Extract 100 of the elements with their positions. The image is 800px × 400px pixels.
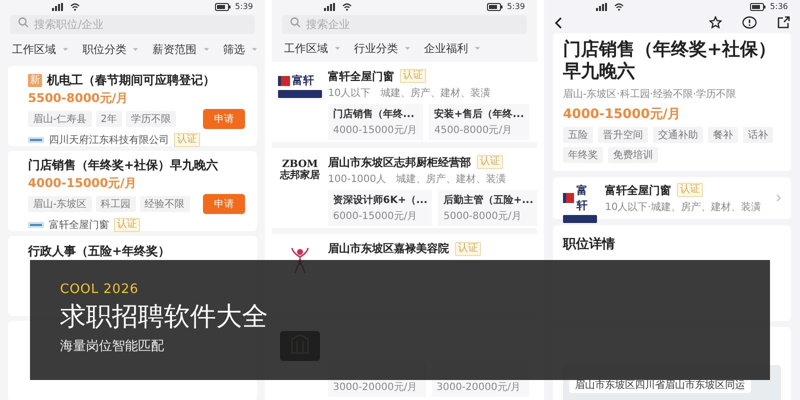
filter-dropdown[interactable]: 工作区域 bbox=[12, 42, 68, 57]
back-icon[interactable] bbox=[554, 16, 562, 28]
company-name: 四川天府江东科技有限公司 bbox=[49, 134, 169, 147]
company-name: 眉山市东坡区志邦厨柜经营部 bbox=[328, 154, 471, 170]
caret-icon bbox=[204, 48, 209, 51]
benefit-tag: 晋升空间 bbox=[598, 127, 648, 143]
caret-icon bbox=[252, 48, 257, 51]
battery-icon bbox=[750, 2, 766, 10]
wifi-icon bbox=[614, 2, 624, 10]
caret-icon bbox=[335, 47, 340, 50]
caret-icon bbox=[63, 48, 68, 51]
banner-subtitle: 海量岗位智能匹配 bbox=[60, 338, 164, 355]
job-tag: 科工园 bbox=[96, 196, 136, 212]
caret-icon bbox=[405, 47, 410, 50]
job-meta: 眉山-东坡区·科工园·经验不限·学历不限 bbox=[563, 88, 738, 101]
position-card[interactable]: 后勤主管（五险+... 5000-8000元/月 bbox=[438, 190, 537, 226]
verified-badge: 认证 bbox=[114, 218, 140, 232]
benefit-tag: 餐补 bbox=[708, 127, 738, 143]
verified-badge: 认证 bbox=[455, 242, 481, 256]
company-name: 富轩全屋门窗 bbox=[328, 68, 394, 84]
verified-badge: 认证 bbox=[400, 69, 426, 83]
share-icon[interactable] bbox=[777, 16, 790, 29]
wifi-icon bbox=[70, 2, 80, 10]
job-tag: 经验不限 bbox=[140, 196, 190, 212]
section-heading: 职位详情 bbox=[563, 236, 616, 253]
filter-dropdown[interactable]: 薪资范围 bbox=[152, 42, 209, 57]
salary: 5500-8000元/月 bbox=[28, 90, 130, 107]
job-title: 门店销售（年终奖+社保）早九晚六 bbox=[563, 39, 778, 83]
position-title: 安装+售后（年终... bbox=[434, 107, 524, 121]
position-card[interactable]: 门店销售（年终... 4000-15000元/月 bbox=[328, 104, 424, 140]
company-name: 富轩全屋门窗 bbox=[49, 218, 109, 232]
battery-icon bbox=[487, 2, 504, 10]
position-salary: 6000-15000元/月 bbox=[333, 210, 418, 223]
job-tag: 眉山-仁寿县 bbox=[28, 111, 92, 127]
search-icon bbox=[18, 17, 29, 28]
job-tag: 眉山-东坡区 bbox=[28, 196, 92, 212]
benefit-tag: 五险 bbox=[563, 127, 593, 143]
filter-dropdown[interactable]: 筛选 bbox=[222, 42, 257, 57]
company-size: 100-1000人 bbox=[328, 173, 386, 185]
filter-dropdown[interactable]: 企业福利 bbox=[424, 41, 480, 56]
caret-icon bbox=[475, 47, 480, 50]
verified-badge: 认证 bbox=[477, 155, 503, 169]
banner-title: 求职招聘软件大全 bbox=[60, 301, 268, 333]
company-card[interactable]: ZBOM 志邦家居 眉山市东坡区志邦厨柜经营部 认证 100-1000人 城建、房产、建材、装潢 资深设计师6K+（... 6000-15000元/月 后勤主管（五险+... 5000-8000元/月 bbox=[272, 148, 537, 228]
search-field[interactable]: 搜索企业 bbox=[282, 15, 527, 34]
company-logo: 富轩 bbox=[278, 73, 322, 98]
salary: 4000-15000元/月 bbox=[563, 106, 682, 123]
verified-badge: 认证 bbox=[677, 183, 703, 197]
wifi-icon bbox=[342, 2, 352, 10]
benefit-tag: 话补 bbox=[743, 127, 773, 143]
new-badge: 新 bbox=[28, 74, 42, 87]
signal-icon bbox=[596, 2, 610, 10]
job-title: 机电工（春节期间可应聘登记） bbox=[47, 72, 215, 89]
signal-icon bbox=[52, 2, 66, 10]
star-icon[interactable] bbox=[709, 16, 722, 29]
banner-kicker: COOL 2026 bbox=[60, 282, 139, 297]
position-salary: 4500-8000元/月 bbox=[434, 124, 514, 137]
status-time: 5:39 bbox=[507, 2, 525, 11]
company-logo: ZBOM 志邦家居 bbox=[280, 159, 320, 181]
battery-icon bbox=[215, 2, 232, 10]
position-title: 资深设计师6K+（... bbox=[333, 194, 428, 207]
company-name: 富轩全屋门窗 bbox=[605, 182, 671, 198]
company-name: 眉山市东坡区嘉禄美容院 bbox=[328, 241, 449, 256]
position-card[interactable]: 安装+售后（年终... 4500-8000元/月 bbox=[429, 104, 529, 140]
benefit-tag: 年终奖 bbox=[563, 147, 603, 163]
company-industry: 城建、房产、建材、装潢 bbox=[396, 172, 506, 185]
company-logo-icon bbox=[28, 220, 44, 230]
company-card[interactable]: 富轩 富轩全屋门窗 认证 10人以下 城建、房产、建材、装潢 门店销售（年终... 4000-15000元/月 安装+售后（年终... 4500-8000元/月 bbox=[272, 62, 537, 142]
job-tag: 2年 bbox=[96, 111, 122, 127]
position-salary: 3000-20000元/月 bbox=[436, 381, 522, 394]
search-field[interactable]: 搜索职位/企业 bbox=[10, 15, 255, 34]
position-salary: 3000-20000元/月 bbox=[333, 381, 418, 394]
signal-icon bbox=[324, 2, 338, 10]
company-info: 10人以下·城建、房产、建材、装潢 bbox=[605, 200, 762, 214]
filter-dropdown[interactable]: 行业分类 bbox=[354, 41, 410, 56]
company-size: 10人以下 bbox=[328, 86, 371, 99]
alert-icon[interactable] bbox=[742, 16, 757, 29]
salary: 4000-15000元/月 bbox=[28, 175, 138, 192]
filter-dropdown[interactable]: 职位分类 bbox=[82, 42, 138, 57]
position-salary: 5000-8000元/月 bbox=[443, 210, 522, 223]
position-title: 后勤主管（五险+... bbox=[443, 193, 534, 207]
benefit-tag: 交通补助 bbox=[653, 127, 703, 143]
verified-badge: 认证 bbox=[174, 133, 200, 147]
status-time: 5:36 bbox=[770, 2, 788, 11]
chevron-icon bbox=[776, 194, 781, 202]
benefit-tag: 免费培训 bbox=[608, 147, 658, 163]
position-card[interactable]: 资深设计师6K+（... 6000-15000元/月 bbox=[328, 190, 432, 226]
search-icon bbox=[290, 17, 301, 28]
job-card[interactable]: 新 机电工（春节期间可应聘登记） 5500-8000元/月 眉山-仁寿县 2年 学历不限 申请 四川天府江东科技有限公司 认证 bbox=[8, 66, 257, 146]
job-card[interactable]: 门店销售（年终奖+社保）早九晚六 4000-15000元/月 眉山-东坡区 科工园 经验不限 申请 富轩全屋门窗 认证 bbox=[8, 151, 257, 231]
job-tag: 学历不限 bbox=[126, 111, 176, 127]
job-title: 门店销售（年终奖+社保）早九晚六 bbox=[28, 157, 218, 174]
caret-icon bbox=[133, 48, 138, 51]
position-salary: 4000-15000元/月 bbox=[333, 124, 418, 137]
filter-dropdown[interactable]: 工作区域 bbox=[284, 41, 340, 56]
job-title: 行政人事（五险+年终奖） bbox=[28, 243, 170, 260]
status-time: 5:39 bbox=[235, 2, 253, 11]
company-industry: 城建、房产、建材、装潢 bbox=[380, 86, 491, 99]
company-logo-icon bbox=[28, 135, 44, 145]
position-title: 门店销售（年终... bbox=[333, 107, 416, 121]
